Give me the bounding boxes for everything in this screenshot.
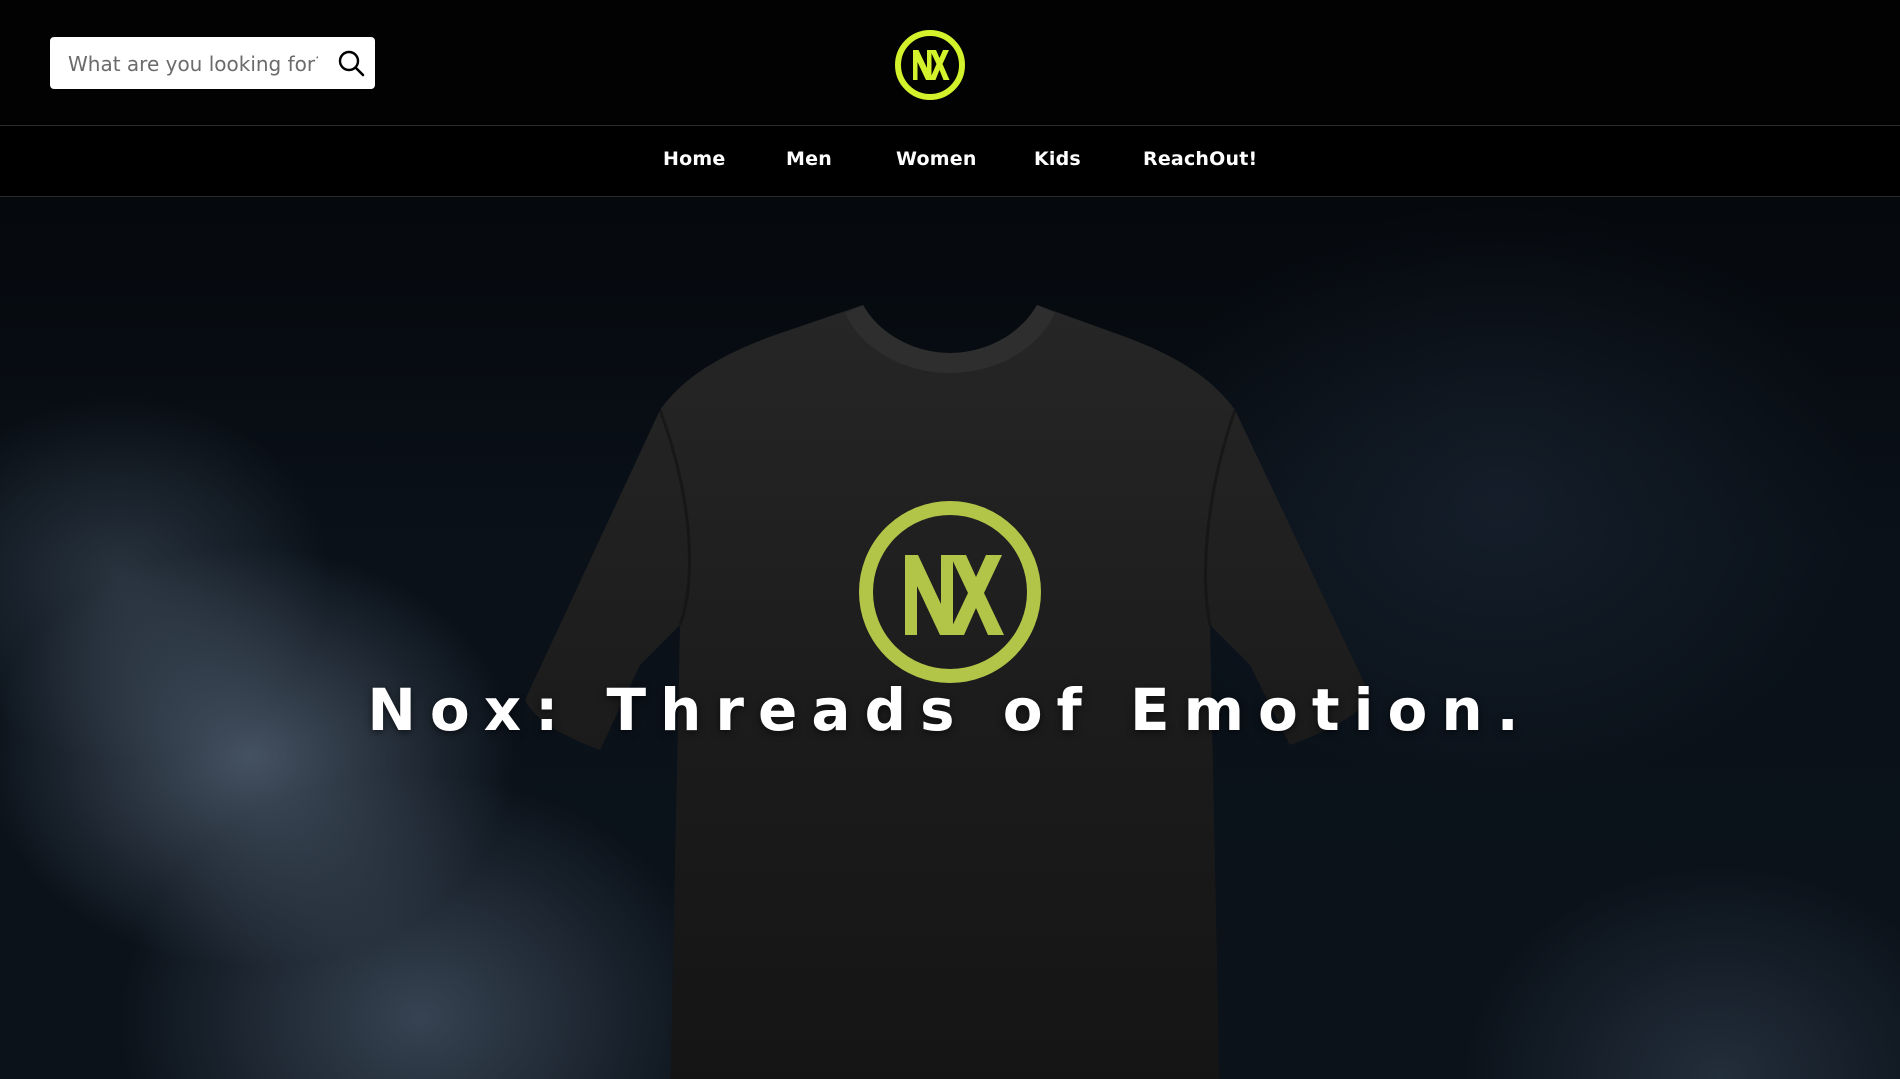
search-icon[interactable] — [333, 45, 369, 81]
search-input[interactable] — [66, 37, 320, 91]
top-header: 0 — [0, 0, 1900, 126]
nav-item-kids[interactable]: Kids — [1034, 148, 1081, 170]
hero-headline: Nox: Threads of Emotion. — [367, 675, 1533, 744]
nav-item-reachout[interactable]: ReachOut! — [1143, 148, 1257, 170]
nav-item-men[interactable]: Men — [786, 148, 832, 170]
search-box — [50, 37, 375, 91]
page: 0 Home Men Women Kids ReachOut! — [0, 0, 1900, 1079]
nav-item-home[interactable]: Home — [663, 148, 725, 170]
main-nav: Home Men Women Kids ReachOut! — [0, 126, 1900, 197]
nav-item-women[interactable]: Women — [896, 148, 977, 170]
brand-logo[interactable] — [893, 28, 967, 102]
hero-banner: Nox: Threads of Emotion. — [0, 197, 1900, 1079]
